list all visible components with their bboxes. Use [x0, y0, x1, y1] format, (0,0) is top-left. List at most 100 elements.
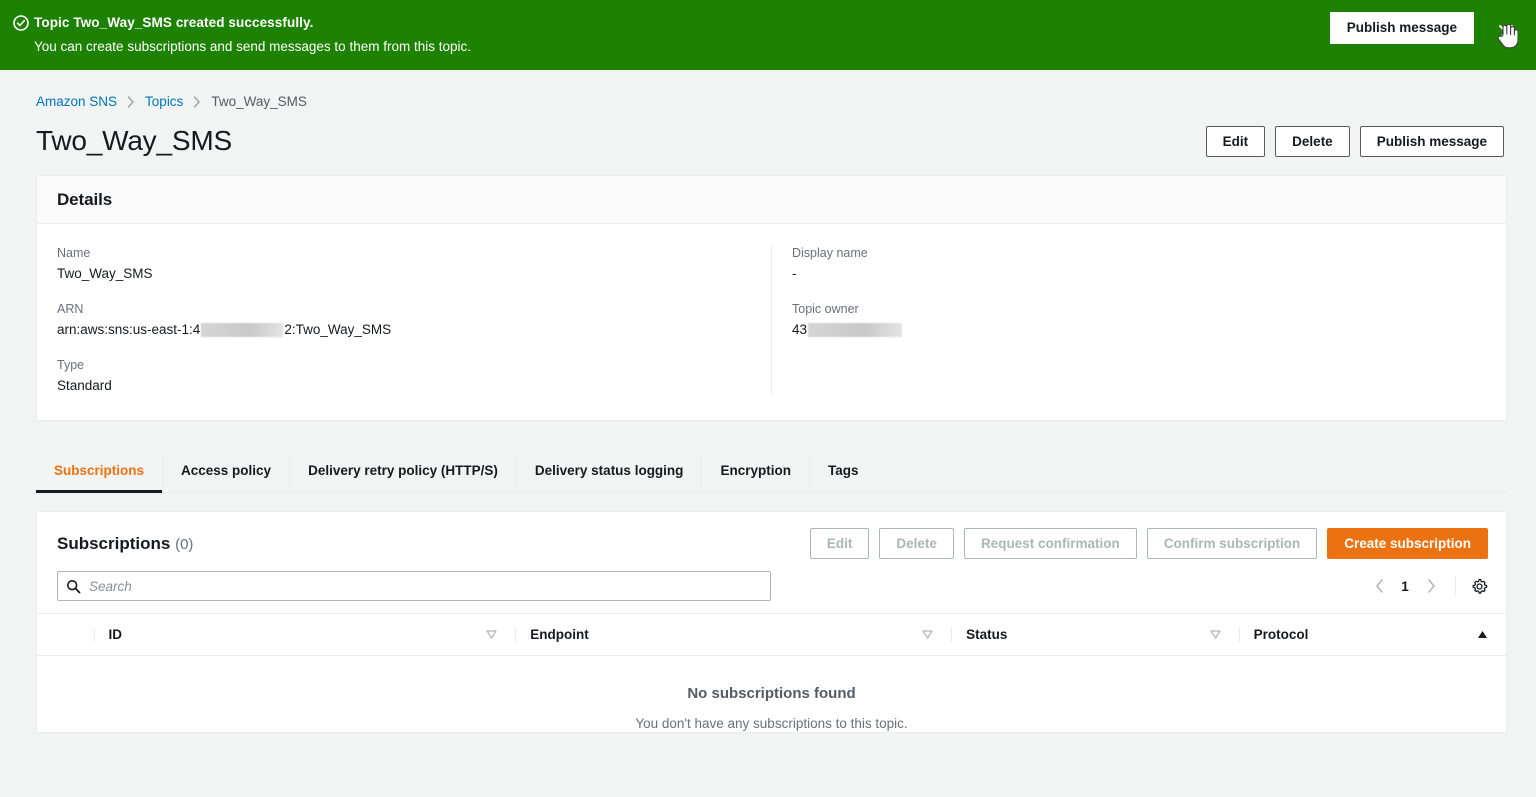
field-arn-redacted-block [201, 322, 284, 337]
column-header-status[interactable]: Status [951, 614, 1239, 656]
tab-encryption[interactable]: Encryption [702, 451, 810, 492]
empty-state-subtitle: You don't have any subscriptions to this… [635, 716, 908, 731]
page-title: Two_Way_SMS [36, 125, 232, 156]
confirm-subscription-button[interactable]: Confirm subscription [1146, 528, 1318, 559]
breadcrumb-item-amazon-sns[interactable]: Amazon SNS [36, 94, 117, 109]
tab-delivery-retry-policy[interactable]: Delivery retry policy (HTTP/S) [290, 451, 517, 492]
pagination-divider [1455, 576, 1456, 596]
field-topic-owner-label: Topic owner [792, 302, 859, 316]
breadcrumb-separator-icon [127, 95, 135, 108]
flashbar-close-button[interactable] [1488, 12, 1536, 54]
breadcrumb-item-topics[interactable]: Topics [145, 94, 183, 109]
field-arn: ARN arn:aws:sns:us-east-1:4 2:Two_Way_SM… [57, 302, 751, 337]
details-column-left: Name Two_Way_SMS ARN arn:aws:sns:us-east… [37, 246, 772, 394]
sort-descending-icon[interactable] [486, 630, 497, 639]
page-header: Two_Way_SMS Edit Delete Publish message [0, 109, 1536, 157]
subscriptions-title: Subscriptions (0) [57, 534, 193, 554]
field-topic-owner-value: 43 [792, 322, 1486, 337]
flashbar-subtitle: You can create subscriptions and send me… [34, 38, 471, 54]
details-card: Details Name Two_Way_SMS ARN arn:aws:sns… [36, 175, 1507, 421]
column-header-endpoint[interactable]: Endpoint [515, 614, 951, 656]
column-header-id-label: ID [108, 627, 123, 642]
chevron-left-icon [1375, 579, 1383, 593]
field-arn-value-suffix: 2:Two_Way_SMS [284, 322, 392, 337]
tab-tags[interactable]: Tags [810, 451, 877, 492]
pagination-previous-button[interactable] [1365, 572, 1393, 600]
request-confirmation-button[interactable]: Request confirmation [963, 528, 1137, 559]
edit-subscription-button[interactable]: Edit [809, 528, 870, 559]
field-topic-owner: Topic owner 43 [792, 302, 1486, 337]
pagination-next-button[interactable] [1417, 572, 1445, 600]
column-header-protocol-label: Protocol [1253, 627, 1309, 642]
sort-ascending-icon[interactable] [1477, 630, 1488, 639]
field-name-value: Two_Way_SMS [57, 266, 153, 281]
close-icon [1499, 25, 1513, 39]
subscriptions-search[interactable] [57, 571, 771, 601]
subscriptions-table: ID Endpoint Status Protocol No subscript… [37, 613, 1506, 732]
flashbar-title: Topic Two_Way_SMS created successfully. [34, 15, 314, 30]
field-display-name-value: - [792, 266, 797, 281]
column-select-all [37, 614, 94, 656]
tab-subscriptions[interactable]: Subscriptions [36, 451, 164, 493]
subscriptions-title-text: Subscriptions [57, 533, 171, 553]
tab-delivery-status-logging[interactable]: Delivery status logging [517, 451, 703, 492]
subscriptions-actions: Edit Delete Request confirmation Confirm… [800, 528, 1488, 559]
flashbar-publish-message-button[interactable]: Publish message [1329, 12, 1474, 44]
breadcrumb: Amazon SNS Topics Two_Way_SMS [0, 70, 1536, 109]
subscriptions-card: Subscriptions (0) Edit Delete Request co… [36, 511, 1507, 733]
details-column-right: Display name - Topic owner 43 [772, 246, 1506, 394]
subscriptions-table-head: ID Endpoint Status Protocol [37, 613, 1506, 656]
field-arn-label: ARN [57, 302, 84, 316]
field-type: Type Standard [57, 358, 751, 393]
field-arn-value-prefix: arn:aws:sns:us-east-1:4 [57, 322, 201, 337]
field-topic-owner-value-prefix: 43 [792, 322, 808, 337]
subscriptions-header: Subscriptions (0) Edit Delete Request co… [37, 512, 1506, 569]
success-flashbar: Topic Two_Way_SMS created successfully. … [0, 0, 1536, 70]
page-header-actions: Edit Delete Publish message [1196, 125, 1504, 157]
breadcrumb-separator-icon [193, 95, 201, 108]
field-type-value: Standard [57, 378, 112, 393]
subscriptions-toolbar: 1 [37, 569, 1506, 613]
check-circle-icon [8, 15, 34, 31]
table-preferences-button[interactable] [1466, 573, 1492, 599]
gear-icon [1472, 578, 1487, 594]
field-arn-value: arn:aws:sns:us-east-1:4 2:Two_Way_SMS [57, 322, 751, 337]
field-name: Name Two_Way_SMS [57, 246, 751, 281]
table-empty-row: No subscriptions found You don't have an… [37, 656, 1506, 733]
search-input[interactable] [81, 577, 762, 595]
empty-state: No subscriptions found You don't have an… [38, 657, 1505, 731]
table-header-row: ID Endpoint Status Protocol [37, 613, 1506, 656]
field-name-label: Name [57, 246, 91, 260]
sort-descending-icon[interactable] [1209, 630, 1221, 639]
edit-topic-button[interactable]: Edit [1205, 125, 1266, 157]
field-display-name: Display name - [792, 246, 1486, 281]
column-header-protocol[interactable]: Protocol [1238, 614, 1506, 656]
chevron-right-icon [1427, 579, 1435, 593]
field-display-name-label: Display name [792, 246, 868, 260]
publish-message-button[interactable]: Publish message [1359, 125, 1504, 157]
page-content: Amazon SNS Topics Two_Way_SMS Two_Way_SM… [0, 70, 1536, 797]
column-header-id[interactable]: ID [93, 614, 516, 656]
topic-tabs: Subscriptions Access policy Delivery ret… [36, 451, 1507, 493]
flashbar-message: Topic Two_Way_SMS created successfully. … [34, 13, 1330, 56]
breadcrumb-item-current: Two_Way_SMS [211, 94, 307, 109]
field-type-label: Type [57, 358, 85, 372]
flashbar-actions: Publish message [1329, 12, 1536, 54]
sort-descending-icon[interactable] [922, 630, 933, 639]
pagination-page-1[interactable]: 1 [1393, 579, 1417, 594]
field-topic-owner-redacted-block [808, 322, 903, 337]
create-subscription-button[interactable]: Create subscription [1327, 528, 1488, 559]
details-card-header: Details [37, 176, 1506, 224]
empty-state-title: No subscriptions found [687, 685, 856, 702]
column-header-endpoint-label: Endpoint [530, 627, 589, 642]
delete-topic-button[interactable]: Delete [1275, 125, 1350, 157]
subscriptions-table-body: No subscriptions found You don't have an… [37, 656, 1506, 733]
table-empty-cell: No subscriptions found You don't have an… [37, 656, 1506, 733]
column-header-status-label: Status [966, 627, 1008, 642]
subscriptions-count: (0) [175, 535, 194, 553]
details-body: Name Two_Way_SMS ARN arn:aws:sns:us-east… [37, 224, 1506, 420]
details-heading: Details [57, 190, 113, 209]
tab-access-policy[interactable]: Access policy [163, 451, 291, 492]
search-icon [66, 579, 81, 593]
delete-subscription-button[interactable]: Delete [879, 528, 954, 559]
